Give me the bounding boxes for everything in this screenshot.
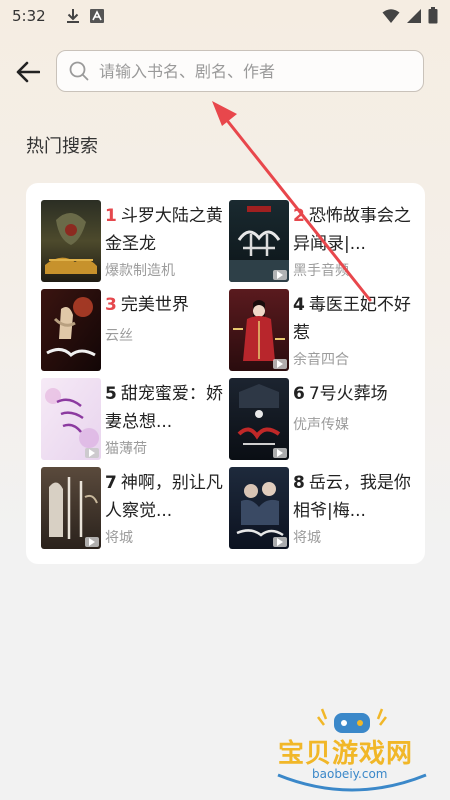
book-author-6: 优声传媒: [293, 417, 349, 433]
book-rank-4: 4: [293, 295, 305, 315]
book-cover-2: [229, 200, 289, 282]
book-author-5: 猫薄荷: [105, 441, 147, 457]
book-title-4: 毒医王妃不好惹: [293, 295, 411, 343]
battery-icon: [428, 7, 438, 28]
book-rank-3: 3: [105, 295, 117, 315]
watermark-url: baobeiy.com: [312, 767, 388, 781]
book-title-2: 恐怖故事会之异闻录|...: [293, 206, 411, 254]
status-time: 5:32: [12, 7, 46, 25]
book-cover-4: [229, 289, 289, 371]
book-author-8: 将城: [293, 530, 321, 546]
book-rank-6: 6: [293, 384, 305, 404]
book-title-1: 斗罗大陆之黄金圣龙: [105, 206, 223, 254]
book-rank-1: 1: [105, 206, 117, 226]
book-cover-5: [41, 378, 101, 460]
book-title-5: 甜宠蜜爱：娇妻总想...: [105, 384, 223, 432]
book-title-7: 神啊，别让凡人察觉...: [105, 473, 223, 521]
book-cover-1: [41, 200, 101, 282]
book-rank-7: 7: [105, 473, 117, 493]
book-cover-7: [41, 467, 101, 549]
book-item-8[interactable]: 8 岳云，我是你相爷|梅... 将城: [229, 467, 415, 551]
watermark-title: 宝贝游戏网: [278, 739, 414, 769]
audio-badge-icon: [273, 448, 287, 458]
audio-badge-icon: [273, 537, 287, 547]
book-rank-2: 2: [293, 206, 305, 226]
book-item-1[interactable]: 1 斗罗大陆之黄金圣龙 爆款制造机: [41, 200, 227, 284]
book-cover-6: [229, 378, 289, 460]
book-item-7[interactable]: 7 神啊，别让凡人察觉... 将城: [41, 467, 227, 551]
book-rank-8: 8: [293, 473, 305, 493]
notification-app-icon: [89, 9, 104, 23]
book-author-3: 云丝: [105, 328, 133, 344]
back-button[interactable]: [14, 58, 42, 86]
book-item-4[interactable]: 4 毒医王妃不好惹 余音四合: [229, 289, 415, 373]
hot-search-card: 1 斗罗大陆之黄金圣龙 爆款制造机 2 恐怖故事会之异闻录|... 黑手音频 3…: [26, 183, 425, 564]
audio-badge-icon: [273, 359, 287, 369]
book-title-3: 完美世界: [120, 295, 189, 315]
book-author-2: 黑手音频: [293, 263, 349, 279]
book-title-6: 7号火葬场: [308, 384, 388, 404]
download-icon: [66, 8, 80, 24]
search-icon: [69, 61, 89, 81]
book-item-6[interactable]: 6 7号火葬场 优声传媒: [229, 378, 415, 462]
hot-search-title: 热门搜索: [26, 136, 98, 157]
book-cover-3: [41, 289, 101, 371]
audio-badge-icon: [273, 270, 287, 280]
status-bar: 5:32: [0, 0, 450, 32]
search-input[interactable]: [97, 60, 401, 82]
book-item-2[interactable]: 2 恐怖故事会之异闻录|... 黑手音频: [229, 200, 415, 284]
book-item-5[interactable]: 5 甜宠蜜爱：娇妻总想... 猫薄荷: [41, 378, 227, 462]
book-rank-5: 5: [105, 384, 117, 404]
book-title-8: 岳云，我是你相爷|梅...: [293, 473, 411, 521]
signal-icon: [406, 8, 422, 28]
book-cover-8: [229, 467, 289, 549]
back-arrow-icon: [16, 61, 40, 83]
search-box[interactable]: [56, 50, 424, 92]
status-right-group: [382, 7, 438, 28]
book-author-7: 将城: [105, 530, 133, 546]
wifi-icon: [382, 8, 400, 28]
book-author-4: 余音四合: [293, 352, 349, 368]
top-bar: [0, 48, 450, 96]
book-item-3[interactable]: 3 完美世界 云丝: [41, 289, 227, 373]
watermark-logo: 宝贝游戏网 baobeiy.com: [262, 705, 442, 795]
book-author-1: 爆款制造机: [105, 263, 175, 279]
audio-badge-icon: [85, 448, 99, 458]
audio-badge-icon: [85, 537, 99, 547]
